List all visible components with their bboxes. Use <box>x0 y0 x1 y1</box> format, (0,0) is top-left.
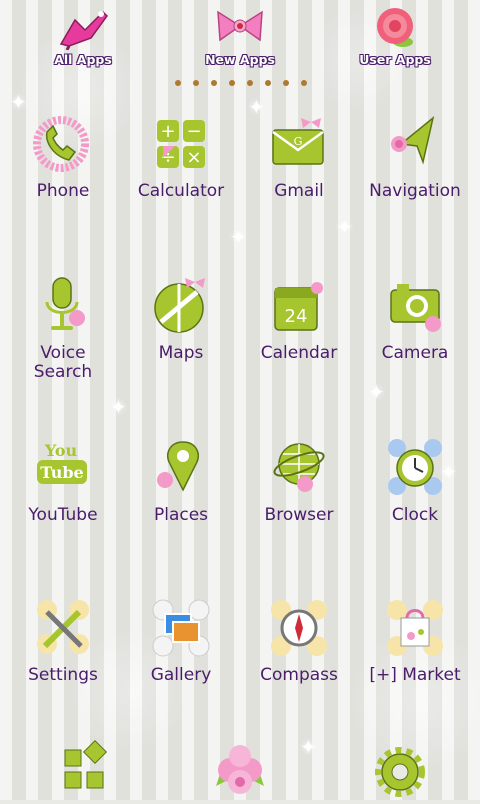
app-drawer-button[interactable] <box>55 739 115 800</box>
app-label: Gallery <box>150 665 212 685</box>
app-label: Gmail <box>274 181 324 201</box>
page-dot <box>175 80 181 86</box>
app-label: Voice Search <box>33 343 93 382</box>
app-label: Clock <box>391 505 439 525</box>
compass-icon <box>267 596 331 660</box>
app-label: Places <box>153 505 209 525</box>
app-label: [+] Market <box>369 665 461 685</box>
app-drawer-grid-icon <box>64 739 108 789</box>
app-gallery[interactable]: Gallery <box>122 596 240 685</box>
tab-user-apps[interactable]: User Apps <box>340 4 450 80</box>
gmail-envelope-icon: G <box>267 112 331 176</box>
svg-text:×: × <box>186 147 201 168</box>
pink-bow-icon <box>212 4 268 50</box>
app-label: Camera <box>381 343 449 363</box>
app-label: Browser <box>264 505 334 525</box>
gear-icon <box>375 747 425 797</box>
app-calculator[interactable]: + − ÷ × Calculator <box>122 112 240 201</box>
navigation-arrow-icon <box>383 112 447 176</box>
microphone-icon <box>31 274 95 338</box>
svg-text:−: − <box>186 121 201 142</box>
sparkle: ✦ <box>230 225 247 249</box>
clock-icon <box>383 436 447 500</box>
calendar-icon: 24 <box>267 274 331 338</box>
svg-text:+: + <box>160 121 175 142</box>
tab-new-apps[interactable]: New Apps <box>185 4 295 80</box>
top-tab-bar: All Apps New Apps User Apps <box>0 0 480 80</box>
youtube-text-bottom: Tube <box>40 463 83 482</box>
svg-text:G: G <box>294 135 303 148</box>
high-heel-shoe-icon <box>55 4 111 51</box>
app-phone[interactable]: Phone <box>4 112 122 201</box>
shopping-bag-icon <box>383 596 447 660</box>
sparkle: ✦ <box>336 215 353 239</box>
app-gmail[interactable]: G Gmail <box>240 112 358 201</box>
app-label: Phone <box>36 181 90 201</box>
app-label: Maps <box>158 343 204 363</box>
app-label: Compass <box>260 665 338 685</box>
app-places[interactable]: Places <box>122 436 240 525</box>
calculator-icon: + − ÷ × <box>149 112 213 176</box>
home-button[interactable] <box>210 740 270 800</box>
app-market[interactable]: [+] Market <box>356 596 474 685</box>
maps-icon <box>149 274 213 338</box>
page-dot <box>211 80 217 86</box>
app-calendar[interactable]: 24 Calendar <box>240 274 358 363</box>
tab-label: User Apps <box>359 52 431 67</box>
app-clock[interactable]: Clock <box>356 436 474 525</box>
gallery-icon <box>149 596 213 660</box>
tab-all-apps[interactable]: All Apps <box>28 4 138 80</box>
sparkle: ✦ <box>368 380 385 404</box>
tab-label: All Apps <box>54 52 112 67</box>
page-dot <box>247 80 253 86</box>
page-dot <box>265 80 271 86</box>
app-label: Navigation <box>369 181 461 201</box>
app-maps[interactable]: Maps <box>122 274 240 363</box>
tab-label: New Apps <box>205 52 275 67</box>
tools-icon <box>31 596 95 660</box>
sparkle: ✦ <box>300 735 317 759</box>
camera-icon <box>383 274 447 338</box>
globe-icon <box>267 436 331 500</box>
page-dot <box>301 80 307 86</box>
page-dot <box>283 80 289 86</box>
roses-home-icon <box>216 745 264 794</box>
app-settings[interactable]: Settings <box>4 596 122 685</box>
place-pin-icon <box>149 436 213 500</box>
sparkle: ✦ <box>110 395 127 419</box>
app-camera[interactable]: Camera <box>356 274 474 363</box>
app-label: Calculator <box>137 181 225 201</box>
rose-icon <box>367 4 423 50</box>
calendar-day: 24 <box>285 306 308 327</box>
settings-gear-button[interactable] <box>372 744 432 804</box>
page-dot <box>229 80 235 86</box>
app-voice-search[interactable]: Voice Search <box>4 274 122 382</box>
app-browser[interactable]: Browser <box>240 436 358 525</box>
app-label: YouTube <box>28 505 98 525</box>
sparkle: ✦ <box>10 90 27 114</box>
youtube-icon: You Tube <box>31 436 95 500</box>
phone-icon <box>31 112 95 176</box>
app-label: Settings <box>28 665 98 685</box>
youtube-text-top: You <box>44 441 78 460</box>
app-compass[interactable]: Compass <box>240 596 358 685</box>
page-dot <box>193 80 199 86</box>
page-indicator <box>175 80 307 88</box>
app-label: Calendar <box>260 343 338 363</box>
app-youtube[interactable]: You Tube YouTube <box>4 436 122 525</box>
app-navigation[interactable]: Navigation <box>356 112 474 201</box>
